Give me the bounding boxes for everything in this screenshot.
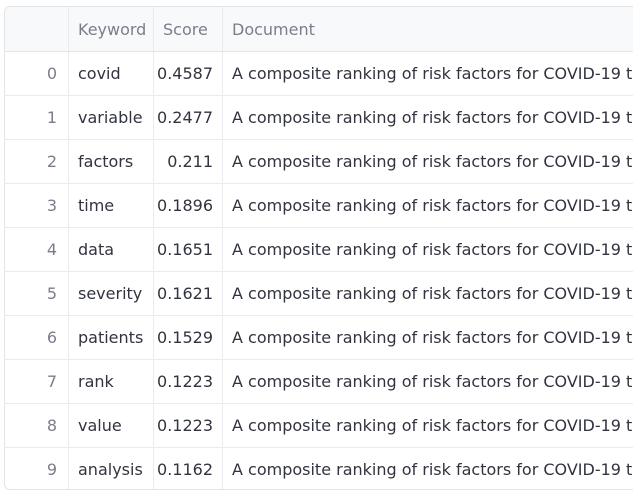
dataframe-table[interactable]: Keyword Score Document 0 covid 0.4587 A …	[4, 6, 633, 490]
keyword-cell[interactable]: severity	[69, 272, 154, 315]
table-row: 5 severity 0.1621 A composite ranking of…	[5, 272, 633, 316]
score-cell[interactable]: 0.1529	[154, 316, 223, 359]
table-header-row: Keyword Score Document	[5, 7, 633, 52]
document-cell[interactable]: A composite ranking of risk factors for …	[223, 52, 633, 95]
table-row: 6 patients 0.1529 A composite ranking of…	[5, 316, 633, 360]
document-cell[interactable]: A composite ranking of risk factors for …	[223, 140, 633, 183]
keyword-cell[interactable]: analysis	[69, 448, 154, 489]
header-keyword[interactable]: Keyword	[69, 7, 154, 51]
document-cell[interactable]: A composite ranking of risk factors for …	[223, 184, 633, 227]
table-row: 0 covid 0.4587 A composite ranking of ri…	[5, 52, 633, 96]
score-cell[interactable]: 0.1621	[154, 272, 223, 315]
keyword-cell[interactable]: factors	[69, 140, 154, 183]
score-cell[interactable]: 0.4587	[154, 52, 223, 95]
table-row: 4 data 0.1651 A composite ranking of ris…	[5, 228, 633, 272]
header-index[interactable]	[5, 7, 69, 51]
document-cell[interactable]: A composite ranking of risk factors for …	[223, 360, 633, 403]
row-index[interactable]: 4	[5, 228, 69, 271]
row-index[interactable]: 0	[5, 52, 69, 95]
row-index[interactable]: 5	[5, 272, 69, 315]
score-cell[interactable]: 0.1223	[154, 404, 223, 447]
score-cell[interactable]: 0.1896	[154, 184, 223, 227]
table-row: 1 variable 0.2477 A composite ranking of…	[5, 96, 633, 140]
row-index[interactable]: 2	[5, 140, 69, 183]
table-row: 8 value 0.1223 A composite ranking of ri…	[5, 404, 633, 448]
table-row: 7 rank 0.1223 A composite ranking of ris…	[5, 360, 633, 404]
document-cell[interactable]: A composite ranking of risk factors for …	[223, 448, 633, 489]
score-cell[interactable]: 0.1651	[154, 228, 223, 271]
keyword-cell[interactable]: rank	[69, 360, 154, 403]
score-cell[interactable]: 0.1162	[154, 448, 223, 489]
row-index[interactable]: 1	[5, 96, 69, 139]
table-row: 9 analysis 0.1162 A composite ranking of…	[5, 448, 633, 489]
document-cell[interactable]: A composite ranking of risk factors for …	[223, 316, 633, 359]
document-cell[interactable]: A composite ranking of risk factors for …	[223, 272, 633, 315]
document-cell[interactable]: A composite ranking of risk factors for …	[223, 404, 633, 447]
keyword-cell[interactable]: covid	[69, 52, 154, 95]
score-cell[interactable]: 0.1223	[154, 360, 223, 403]
score-cell[interactable]: 0.2477	[154, 96, 223, 139]
row-index[interactable]: 8	[5, 404, 69, 447]
table-row: 3 time 0.1896 A composite ranking of ris…	[5, 184, 633, 228]
header-document[interactable]: Document	[223, 7, 633, 51]
keyword-cell[interactable]: value	[69, 404, 154, 447]
row-index[interactable]: 6	[5, 316, 69, 359]
score-cell[interactable]: 0.211	[154, 140, 223, 183]
row-index[interactable]: 7	[5, 360, 69, 403]
keyword-cell[interactable]: time	[69, 184, 154, 227]
header-score[interactable]: Score	[154, 7, 223, 51]
document-cell[interactable]: A composite ranking of risk factors for …	[223, 228, 633, 271]
keyword-cell[interactable]: data	[69, 228, 154, 271]
row-index[interactable]: 3	[5, 184, 69, 227]
table-grid: Keyword Score Document 0 covid 0.4587 A …	[5, 7, 633, 489]
row-index[interactable]: 9	[5, 448, 69, 489]
keyword-cell[interactable]: variable	[69, 96, 154, 139]
document-cell[interactable]: A composite ranking of risk factors for …	[223, 96, 633, 139]
table-row: 2 factors 0.211 A composite ranking of r…	[5, 140, 633, 184]
keyword-cell[interactable]: patients	[69, 316, 154, 359]
